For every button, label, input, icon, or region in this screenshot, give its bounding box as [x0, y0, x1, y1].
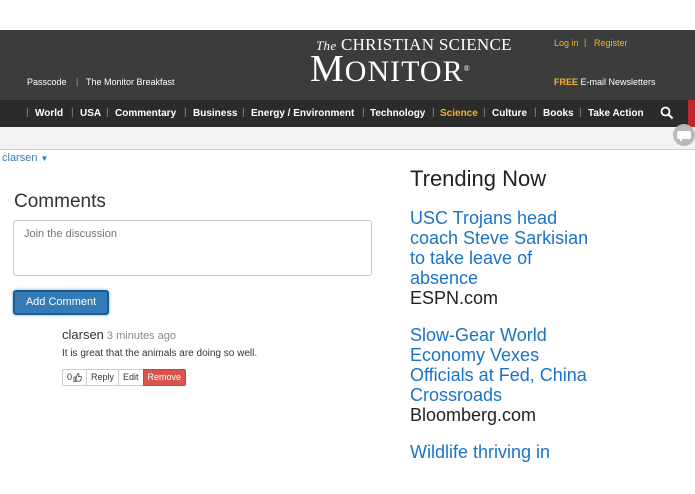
nav-item-energy-environment[interactable]: Energy / Environment — [251, 108, 354, 119]
add-comment-button[interactable]: Add Comment — [13, 290, 109, 315]
account-separator: | — [584, 37, 587, 47]
caret-down-icon: ▼ — [40, 154, 49, 163]
like-button[interactable]: 0 — [62, 369, 88, 386]
nav-separator: | — [26, 107, 29, 118]
nav-separator: | — [184, 107, 187, 118]
monitor-breakfast-link[interactable]: The Monitor Breakfast — [86, 77, 175, 87]
trending-item[interactable]: Wildlife thriving in — [410, 442, 595, 462]
comment-time: 3 minutes ago — [106, 330, 177, 342]
nav-item-technology[interactable]: Technology — [370, 108, 425, 119]
register-link[interactable]: Register — [594, 38, 628, 48]
nav-item-culture[interactable]: Culture — [492, 108, 527, 119]
trending-item[interactable]: USC Trojans head coach Steve Sarkisian t… — [410, 208, 595, 308]
nav-item-science[interactable]: Science — [440, 108, 478, 119]
nav-separator: | — [362, 107, 365, 118]
trending-heading: Trending Now — [410, 166, 547, 191]
trending-title[interactable]: USC Trojans head coach Steve Sarkisian t… — [410, 208, 595, 288]
top-whitespace — [0, 0, 695, 30]
trending-item[interactable]: Slow-Gear World Economy Vexes Officials … — [410, 325, 595, 425]
nav-separator: | — [432, 107, 435, 118]
trending-title[interactable]: Slow-Gear World Economy Vexes Officials … — [410, 325, 595, 405]
nav-item-books[interactable]: Books — [543, 108, 574, 119]
newsletter-link[interactable]: FREE E-mail Newsletters — [554, 77, 656, 87]
trending-source: Bloomberg.com — [410, 405, 537, 425]
chat-bubble-icon[interactable] — [673, 124, 695, 146]
user-menu[interactable]: clarsen ▼ — [2, 152, 48, 164]
comments-heading: Comments — [14, 191, 106, 212]
nav-separator: | — [483, 107, 486, 118]
logo-monitor[interactable]: MONITOR® — [310, 50, 471, 91]
nav-accent-tab — [688, 100, 695, 127]
search-icon[interactable] — [660, 106, 674, 120]
nav-item-commentary[interactable]: Commentary — [115, 108, 176, 119]
nav-item-usa[interactable]: USA — [80, 108, 101, 119]
comment-text: It is great that the animals are doing s… — [62, 348, 258, 359]
nav-separator: | — [534, 107, 537, 118]
nav-separator: | — [71, 107, 74, 118]
nav-separator: | — [106, 107, 109, 118]
sub-strip — [0, 127, 695, 150]
comment-header: clarsen 3 minutes ago — [62, 327, 176, 342]
reply-button[interactable]: Reply — [86, 369, 120, 386]
trending-title[interactable]: Wildlife thriving in — [410, 442, 595, 462]
nav-item-world[interactable]: World — [35, 108, 63, 119]
trending-source: ESPN.com — [410, 288, 499, 308]
thumbs-up-icon — [73, 373, 82, 382]
edit-button[interactable]: Edit — [118, 369, 144, 386]
nav-separator: | — [579, 107, 582, 118]
comment-actions: 0 Reply Edit Remove — [62, 369, 187, 386]
passcode-link[interactable]: Passcode — [27, 77, 67, 87]
nav-item-business[interactable]: Business — [193, 108, 237, 119]
nav-item-take-action[interactable]: Take Action — [588, 108, 644, 119]
nav-separator: | — [242, 107, 245, 118]
login-link[interactable]: Log in — [554, 38, 579, 48]
comment-input[interactable] — [13, 220, 372, 276]
comment-author[interactable]: clarsen — [62, 327, 104, 342]
header-separator: | — [76, 76, 79, 86]
remove-button[interactable]: Remove — [142, 369, 187, 386]
